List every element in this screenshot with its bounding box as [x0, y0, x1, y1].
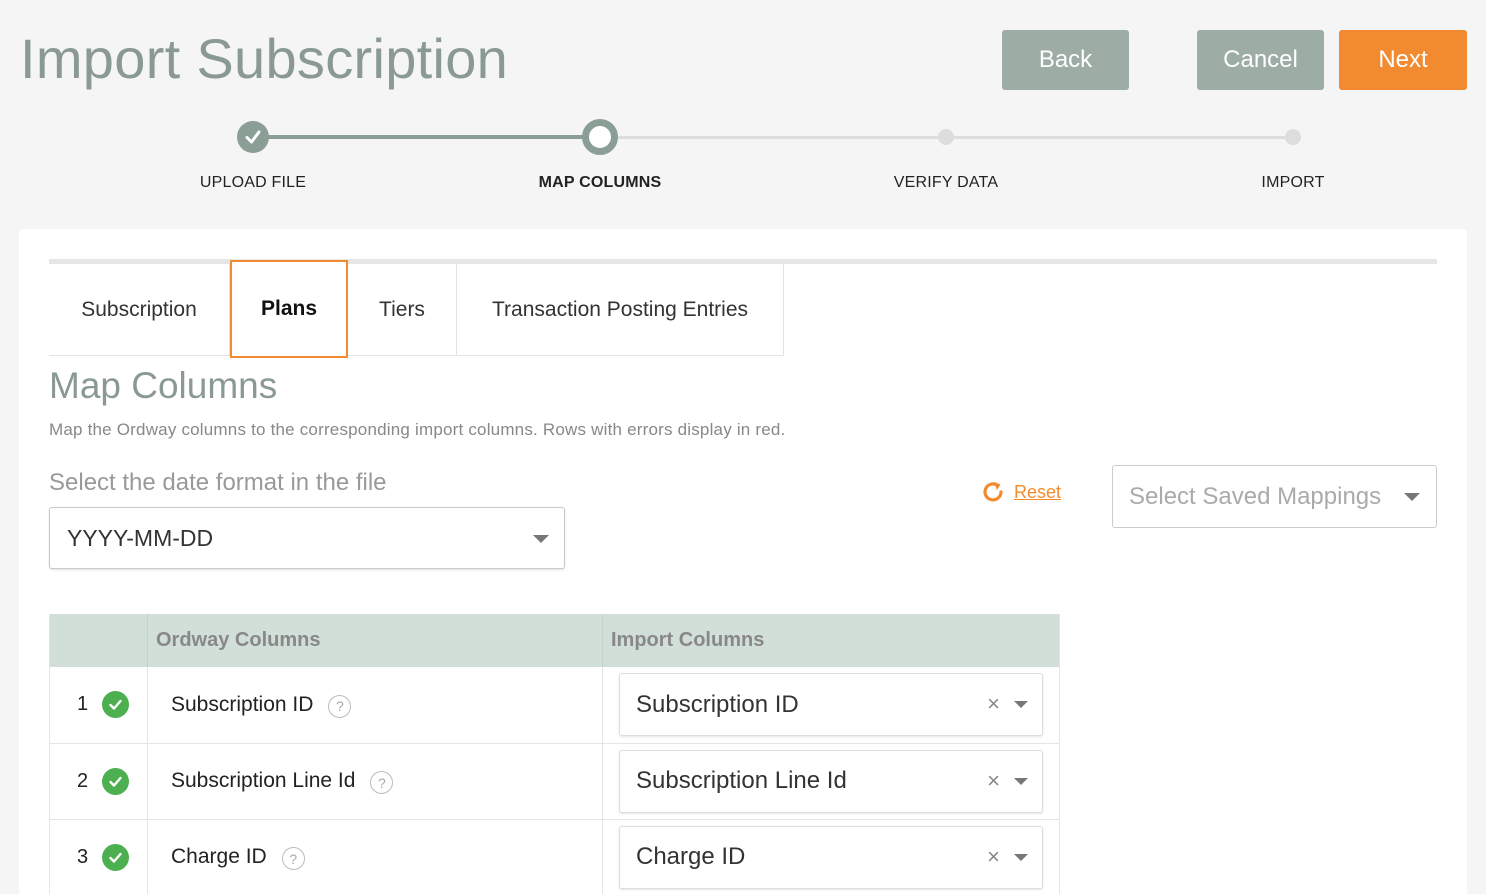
- check-circle-icon: [102, 691, 130, 719]
- header-ordway-columns: Ordway Columns: [147, 614, 603, 667]
- table-row: 3 Charge ID? Charge ID ×: [49, 819, 1060, 894]
- tab-subscription[interactable]: Subscription: [49, 264, 230, 356]
- tab-bar: Subscription Plans Tiers Transaction Pos…: [49, 260, 784, 358]
- row-number: 3: [77, 845, 89, 868]
- back-button[interactable]: Back: [1002, 30, 1129, 90]
- step-upload-file-check-icon: [237, 121, 269, 153]
- step-import-node: [1285, 129, 1301, 145]
- page-title: Import Subscription: [20, 27, 509, 90]
- step-map-columns-node: [582, 119, 618, 155]
- tab-transaction-posting-entries[interactable]: Transaction Posting Entries: [457, 264, 784, 356]
- step-verify-data-node: [938, 129, 954, 145]
- section-title: Map Columns: [49, 365, 278, 406]
- chevron-down-icon[interactable]: [1014, 777, 1028, 785]
- step-connector-done: [253, 135, 600, 139]
- row-number: 2: [77, 769, 89, 792]
- import-column-value: Subscription ID: [636, 690, 799, 718]
- check-circle-icon: [102, 843, 130, 871]
- import-column-value: Charge ID: [636, 843, 746, 870]
- refresh-icon: [983, 482, 1003, 502]
- tab-tiers[interactable]: Tiers: [348, 264, 457, 356]
- clear-icon[interactable]: ×: [987, 768, 1000, 794]
- help-icon[interactable]: ?: [370, 771, 394, 794]
- step-label-import: IMPORT: [1261, 174, 1325, 191]
- table-header-row: Ordway Columns Import Columns: [49, 614, 1060, 667]
- step-label-upload-file: UPLOAD FILE: [199, 174, 307, 191]
- date-format-select[interactable]: YYYY-MM-DD: [49, 507, 565, 569]
- ordway-column-name: Charge ID: [171, 845, 267, 868]
- chevron-down-icon[interactable]: [1014, 853, 1028, 861]
- help-icon[interactable]: ?: [328, 694, 352, 718]
- date-format-label: Select the date format in the file: [49, 469, 387, 496]
- table-row: 2 Subscription Line Id? Subscription Lin…: [49, 743, 1060, 820]
- help-icon[interactable]: ?: [281, 847, 305, 870]
- import-column-select[interactable]: Subscription ID ×: [619, 673, 1043, 737]
- import-column-select[interactable]: Subscription Line Id ×: [619, 749, 1043, 813]
- section-description: Map the Ordway columns to the correspond…: [49, 420, 786, 439]
- saved-mappings-placeholder: Select Saved Mappings: [1129, 482, 1382, 510]
- progress-stepper: UPLOAD FILE MAP COLUMNS VERIFY DATA IMPO…: [0, 118, 1486, 198]
- tab-plans[interactable]: Plans: [230, 260, 348, 358]
- step-label-verify-data: VERIFY DATA: [893, 174, 999, 191]
- column-mapping-table: Ordway Columns Import Columns 1 Subscrip…: [49, 614, 1060, 894]
- import-column-select[interactable]: Charge ID ×: [619, 825, 1043, 889]
- clear-icon[interactable]: ×: [987, 691, 1000, 717]
- header-index: [49, 614, 148, 667]
- ordway-column-name: Subscription Line Id: [171, 769, 356, 792]
- step-label-map-columns: MAP COLUMNS: [538, 174, 662, 191]
- import-column-value: Subscription Line Id: [636, 767, 847, 794]
- header-import-columns: Import Columns: [602, 614, 1060, 667]
- table-row: 1 Subscription ID? Subscription ID ×: [49, 667, 1060, 744]
- chevron-down-icon: [1404, 493, 1420, 501]
- next-button[interactable]: Next: [1339, 30, 1467, 90]
- clear-icon[interactable]: ×: [987, 844, 1000, 870]
- reset-control[interactable]: Reset: [980, 479, 1061, 505]
- check-circle-icon: [102, 767, 130, 795]
- mapping-card: Subscription Plans Tiers Transaction Pos…: [19, 229, 1467, 894]
- saved-mappings-select[interactable]: Select Saved Mappings: [1112, 465, 1437, 528]
- ordway-column-name: Subscription ID: [171, 692, 314, 716]
- date-format-value: YYYY-MM-DD: [67, 524, 214, 551]
- cancel-button[interactable]: Cancel: [1197, 30, 1324, 90]
- chevron-down-icon[interactable]: [1014, 701, 1028, 709]
- reset-link[interactable]: Reset: [1014, 482, 1061, 503]
- row-number: 1: [77, 693, 89, 716]
- chevron-down-icon: [533, 535, 549, 543]
